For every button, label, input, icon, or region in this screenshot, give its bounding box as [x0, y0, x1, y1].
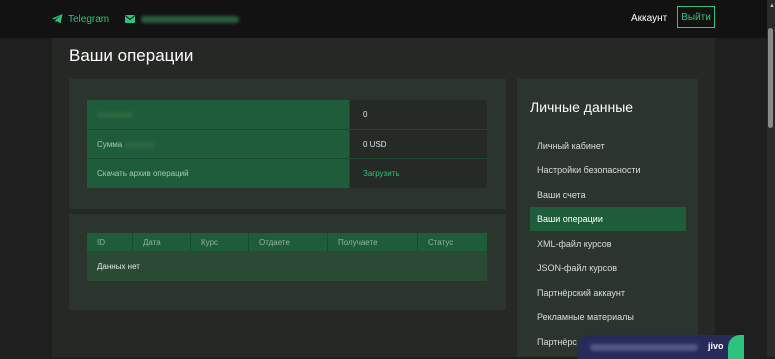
table-row: 0: [87, 100, 487, 129]
column-header[interactable]: Дата: [133, 233, 191, 251]
page-title: Ваши операции: [69, 46, 194, 65]
column-header[interactable]: ID: [87, 233, 133, 251]
sidebar-item-partner-account[interactable]: Партнёрский аккаунт: [530, 281, 686, 305]
sidebar-item-json-rates[interactable]: JSON-файл курсов: [530, 256, 686, 280]
chat-brand: jivo: [708, 341, 724, 351]
chat-indicator: [728, 335, 744, 359]
sidebar-item-promo-materials[interactable]: Рекламные материалы: [530, 305, 686, 329]
column-header[interactable]: Отдаете: [249, 233, 328, 251]
scrollbar[interactable]: ▲: [767, 0, 775, 357]
download-link[interactable]: Загрузить: [363, 169, 400, 178]
telegram-icon: [52, 14, 63, 24]
column-header[interactable]: Статус: [418, 233, 487, 251]
empty-row: Данных нет: [87, 251, 487, 281]
sidebar-item-dashboard[interactable]: Личный кабинет: [530, 134, 686, 158]
sidebar-item-operations[interactable]: Ваши операции: [530, 207, 686, 231]
telegram-label: Telegram: [68, 13, 110, 25]
table-row: Скачать архив операций Загрузить: [87, 158, 487, 188]
summary-table: 0 Сумма 0 USD Скачать архив операций Заг…: [87, 100, 487, 188]
scroll-up-icon[interactable]: ▲: [769, 3, 775, 9]
sidebar-item-security[interactable]: Настройки безопасности: [530, 158, 686, 182]
sidebar-item-accounts[interactable]: Ваши счета: [530, 183, 686, 207]
table-row: Сумма 0 USD: [87, 129, 487, 159]
telegram-link[interactable]: Telegram: [52, 12, 109, 26]
chat-message-redacted: [590, 343, 698, 351]
column-header[interactable]: Курс: [191, 233, 249, 251]
account-link[interactable]: Аккаунт: [631, 13, 667, 24]
summary-value: 0 USD: [350, 130, 487, 159]
mail-icon: [125, 15, 135, 23]
summary-value: Загрузить: [350, 159, 487, 188]
email-link[interactable]: [125, 12, 239, 26]
summary-label-redacted: [87, 100, 350, 129]
operations-table: ID Дата Курс Отдаете Получаете Статус Да…: [87, 233, 487, 281]
logout-button[interactable]: Выйти: [677, 6, 715, 28]
table-header: ID Дата Курс Отдаете Получаете Статус: [87, 233, 487, 251]
summary-value: 0: [350, 100, 487, 129]
summary-label: Скачать архив операций: [87, 159, 350, 188]
sidebar-item-xml-rates[interactable]: XML-файл курсов: [530, 232, 686, 256]
sidebar-title: Личные данные: [530, 99, 634, 115]
email-redacted: [141, 15, 239, 23]
chat-widget[interactable]: jivo: [578, 335, 744, 359]
scrollbar-thumb[interactable]: [768, 28, 773, 128]
column-header[interactable]: Получаете: [328, 233, 418, 251]
summary-label: Сумма: [87, 130, 350, 159]
